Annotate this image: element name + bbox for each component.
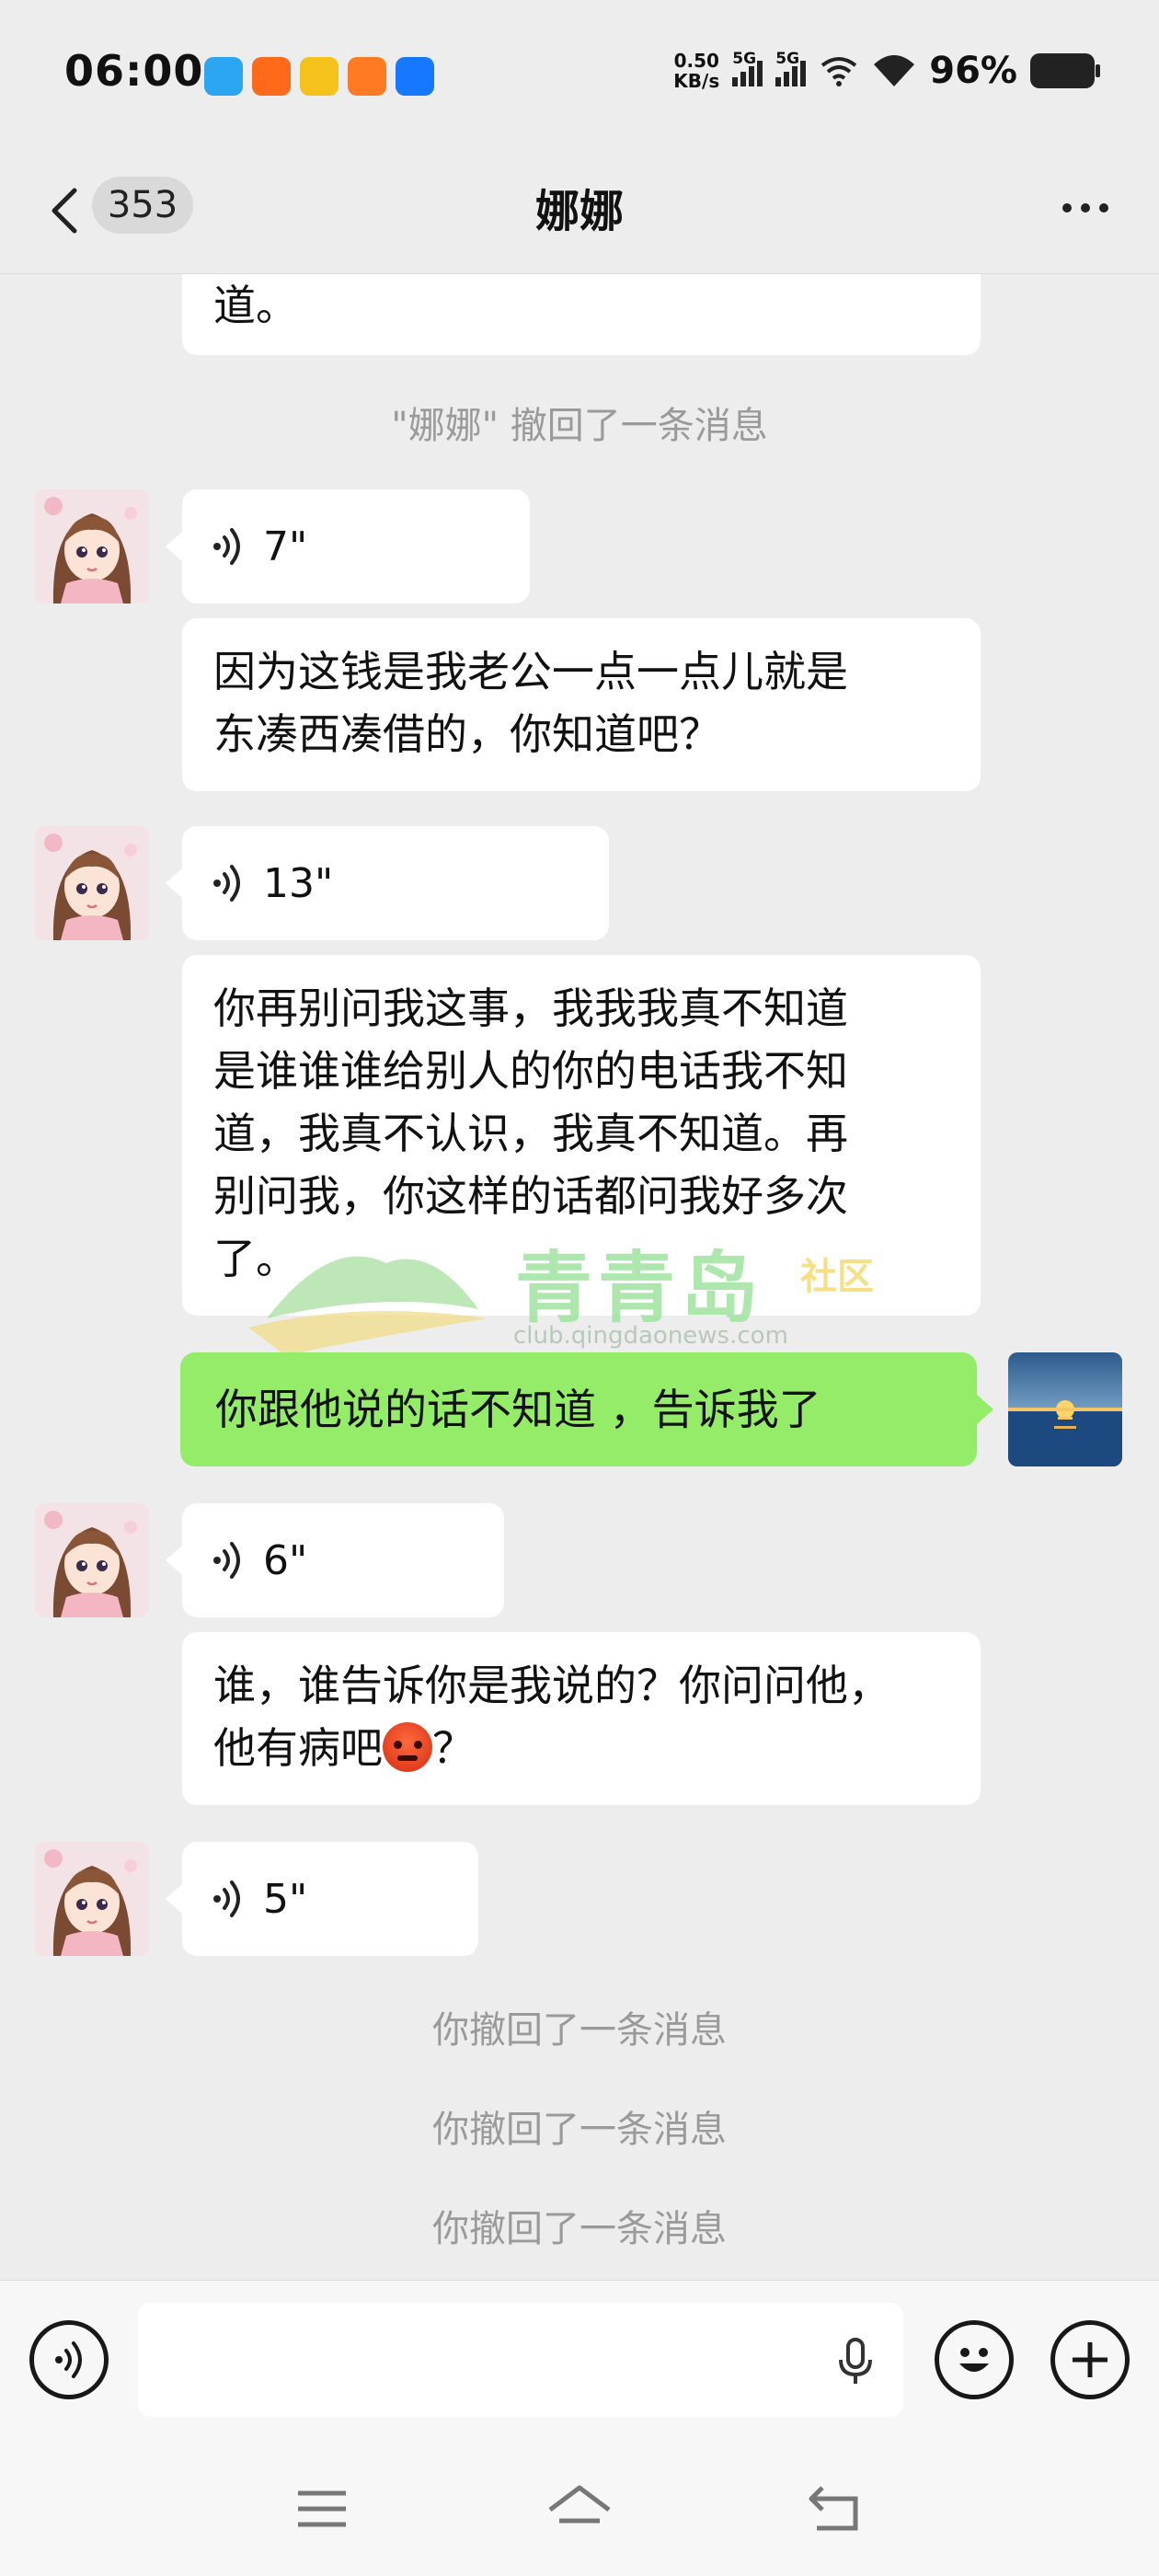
system-nav-bar [0,2436,1159,2576]
back-arrow-icon [809,2486,858,2531]
status-time: 06:00 [64,46,204,96]
bubble-tail [977,1395,993,1424]
unread-count-badge[interactable]: 353 [92,177,193,234]
net-speed: 0.50 KB/s [673,51,719,91]
voice-message[interactable]: 5" [182,1842,478,1956]
more-dot-icon [1099,203,1108,213]
net-speed-value: 0.50 [673,50,719,72]
system-indicators: 0.50 KB/s 5G 5G 96% [673,50,1100,92]
news-app-icon [396,57,434,96]
recall-notice: 你撤回了一条消息 [432,2009,727,2052]
more-dot-icon [1062,203,1072,213]
signal-icon-2: 5G [775,50,807,86]
sunset-sea-avatar-image [1008,1352,1122,1466]
video-app-icon [252,57,291,96]
game-app-icon [300,57,339,96]
plus-icon [1073,2342,1107,2377]
bubble-tail [166,532,182,561]
net-speed-unit: KB/s [673,70,720,92]
message-text-line: 东凑西凑借的，你知道吧？ [213,709,721,759]
message-text-line: 是谁谁谁给别人的你的电话我不知 [213,1046,848,1096]
message-text-line: 因为这钱是我老公一点一点儿就是 [213,647,848,696]
voice-duration: 6" [263,1536,308,1584]
more-functions-button[interactable] [1050,2320,1130,2399]
battery-icon [1030,53,1100,88]
nav-menu-button[interactable] [285,2477,359,2541]
nav-back-button[interactable] [800,2477,874,2541]
voice-duration: 7" [263,523,308,570]
weather-app-icon [204,57,243,96]
signal-icon: 5G [732,50,763,86]
bubble-tail [166,1884,182,1914]
angry-face-emoji-icon [383,1722,432,1772]
recall-notice: 你撤回了一条消息 [432,2109,727,2151]
message-bubble[interactable]: 你再别问我这事，我我我真不知道 是谁谁谁给别人的你的电话我不知 道，我真不认识，… [182,955,981,1316]
input-bar [0,2280,1159,2436]
recall-notice: "娜娜" 撤回了一条消息 [391,405,768,447]
message-bubble[interactable]: 谁，谁告诉你是我说的？你问问他， 他有病吧 ？ [182,1632,981,1805]
wifi-icon [874,55,915,86]
notification-icons [204,57,434,96]
message-input[interactable] [138,2303,903,2417]
video-app-icon-2 [348,57,386,96]
avatar[interactable] [35,1503,149,1617]
girl-avatar-image [35,1503,149,1617]
menu-icon [298,2490,346,2527]
voice-message[interactable]: 6" [182,1503,504,1617]
message-text: ？ [432,1723,475,1773]
voice-wave-icon [55,2341,82,2378]
my-avatar[interactable] [1008,1352,1122,1466]
voice-wave-icon [213,528,240,565]
voice-wave-icon [213,1542,240,1579]
message-list[interactable]: 道。 "娜娜" 撤回了一条消息 7" 因为这钱是我老公一点一点儿就是 东凑西凑借… [0,274,1159,2280]
message-text: 道。 [213,281,298,330]
recall-notice: 你撤回了一条消息 [432,2208,727,2250]
watermark-url: club.qingdaonews.com [513,1322,788,1350]
message-bubble[interactable]: 道。 [182,274,981,355]
smiley-icon [959,2348,989,2372]
voice-message[interactable]: 7" [182,489,530,604]
more-dot-icon [1081,203,1090,213]
voice-duration: 5" [263,1875,308,1923]
battery-percent: 96% [929,50,1017,92]
more-options-button[interactable] [1049,180,1122,236]
signal-1-label: 5G [732,50,757,68]
girl-avatar-image [35,826,149,940]
message-text: 你跟他说的话不知道 ，告诉我了 [215,1385,821,1434]
voice-message[interactable]: 13" [182,826,609,940]
bubble-tail [166,868,182,898]
message-text: 他有病吧 [213,1723,383,1773]
signal-2-label: 5G [775,50,800,68]
voice-wave-icon [213,865,240,902]
girl-avatar-image [35,1842,149,1956]
nav-home-button[interactable] [543,2477,616,2541]
avatar[interactable] [35,489,149,604]
message-text-line: 道，我真不认识，我真不知道。再 [213,1109,848,1158]
my-message-bubble[interactable]: 你跟他说的话不知道 ，告诉我了 [180,1352,977,1466]
message-text-line: 别问我，你这样的话都问我好多次 [213,1171,848,1221]
chevron-left-icon [52,188,77,234]
emoji-button[interactable] [935,2320,1014,2399]
voice-wave-icon [213,1880,240,1917]
bubble-tail [166,1546,182,1575]
message-text-line: 他有病吧 ？ [213,1717,949,1779]
message-bubble[interactable]: 因为这钱是我老公一点一点儿就是 东凑西凑借的，你知道吧？ [182,618,981,791]
message-text-line: 了。 [213,1234,298,1283]
home-icon [548,2485,611,2524]
microphone-icon[interactable] [835,2336,876,2387]
message-text-line: 谁，谁告诉你是我说的？你问问他， [213,1661,890,1710]
girl-avatar-image [35,489,149,604]
avatar[interactable] [35,1842,149,1956]
status-bar: 06:00 0.50 KB/s 5G 5G 96% [0,0,1159,147]
avatar[interactable] [35,826,149,940]
chat-header: 353 娜娜 [0,147,1159,274]
voice-mode-button[interactable] [29,2320,109,2399]
back-button[interactable] [37,178,92,243]
message-text-line: 你再别问我这事，我我我真不知道 [213,983,848,1033]
voice-duration: 13" [263,859,334,907]
wifi-icon-secondary [821,57,857,86]
